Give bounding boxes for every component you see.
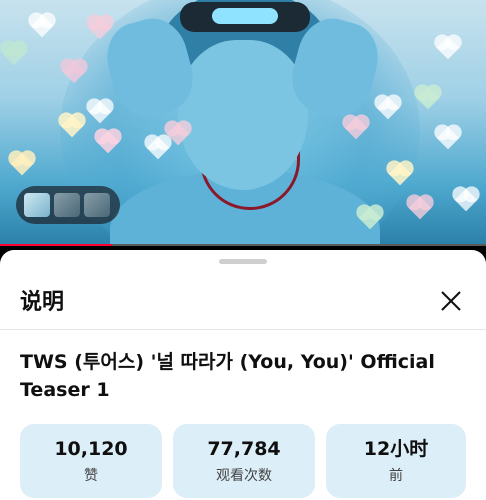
heart-sticker — [436, 36, 460, 60]
heart-sticker — [30, 14, 54, 38]
heart-sticker — [416, 86, 440, 110]
stats-row: 10,120 赞 77,784 观看次数 12小时 前 — [20, 424, 466, 500]
heart-sticker — [408, 196, 432, 220]
stat-label: 前 — [389, 468, 403, 484]
video-title: TWS (투어스) '널 따라가 (You, You)' Official Te… — [20, 351, 435, 401]
description-sheet: 说明 TWS (투어스) '널 따라가 (You, You)' Official… — [0, 250, 486, 500]
video-goggles — [180, 2, 310, 32]
drag-handle[interactable] — [219, 259, 267, 264]
stat-posted: 12小时 前 — [326, 424, 466, 498]
video-player[interactable] — [0, 0, 486, 246]
close-button[interactable] — [436, 286, 466, 316]
stat-value: 12小时 — [363, 438, 429, 460]
divider — [0, 329, 486, 330]
storyboard-preview[interactable] — [16, 186, 120, 224]
close-icon — [441, 291, 461, 311]
heart-sticker — [2, 42, 26, 66]
stat-likes: 10,120 赞 — [20, 424, 162, 498]
video-figure-face — [178, 40, 308, 190]
storyboard-thumbnail — [84, 193, 110, 217]
heart-sticker — [10, 152, 34, 176]
stat-value: 77,784 — [207, 438, 281, 460]
sheet-title: 说明 — [20, 290, 65, 315]
heart-sticker — [454, 188, 478, 212]
stat-label: 观看次数 — [216, 468, 272, 484]
heart-sticker — [436, 126, 460, 150]
stat-label: 赞 — [84, 468, 98, 484]
storyboard-thumbnail — [24, 193, 50, 217]
progress-bar-fill — [0, 244, 112, 246]
stat-views: 77,784 观看次数 — [173, 424, 315, 498]
progress-bar[interactable] — [0, 244, 486, 246]
stat-value: 10,120 — [54, 438, 128, 460]
storyboard-thumbnail — [54, 193, 80, 217]
